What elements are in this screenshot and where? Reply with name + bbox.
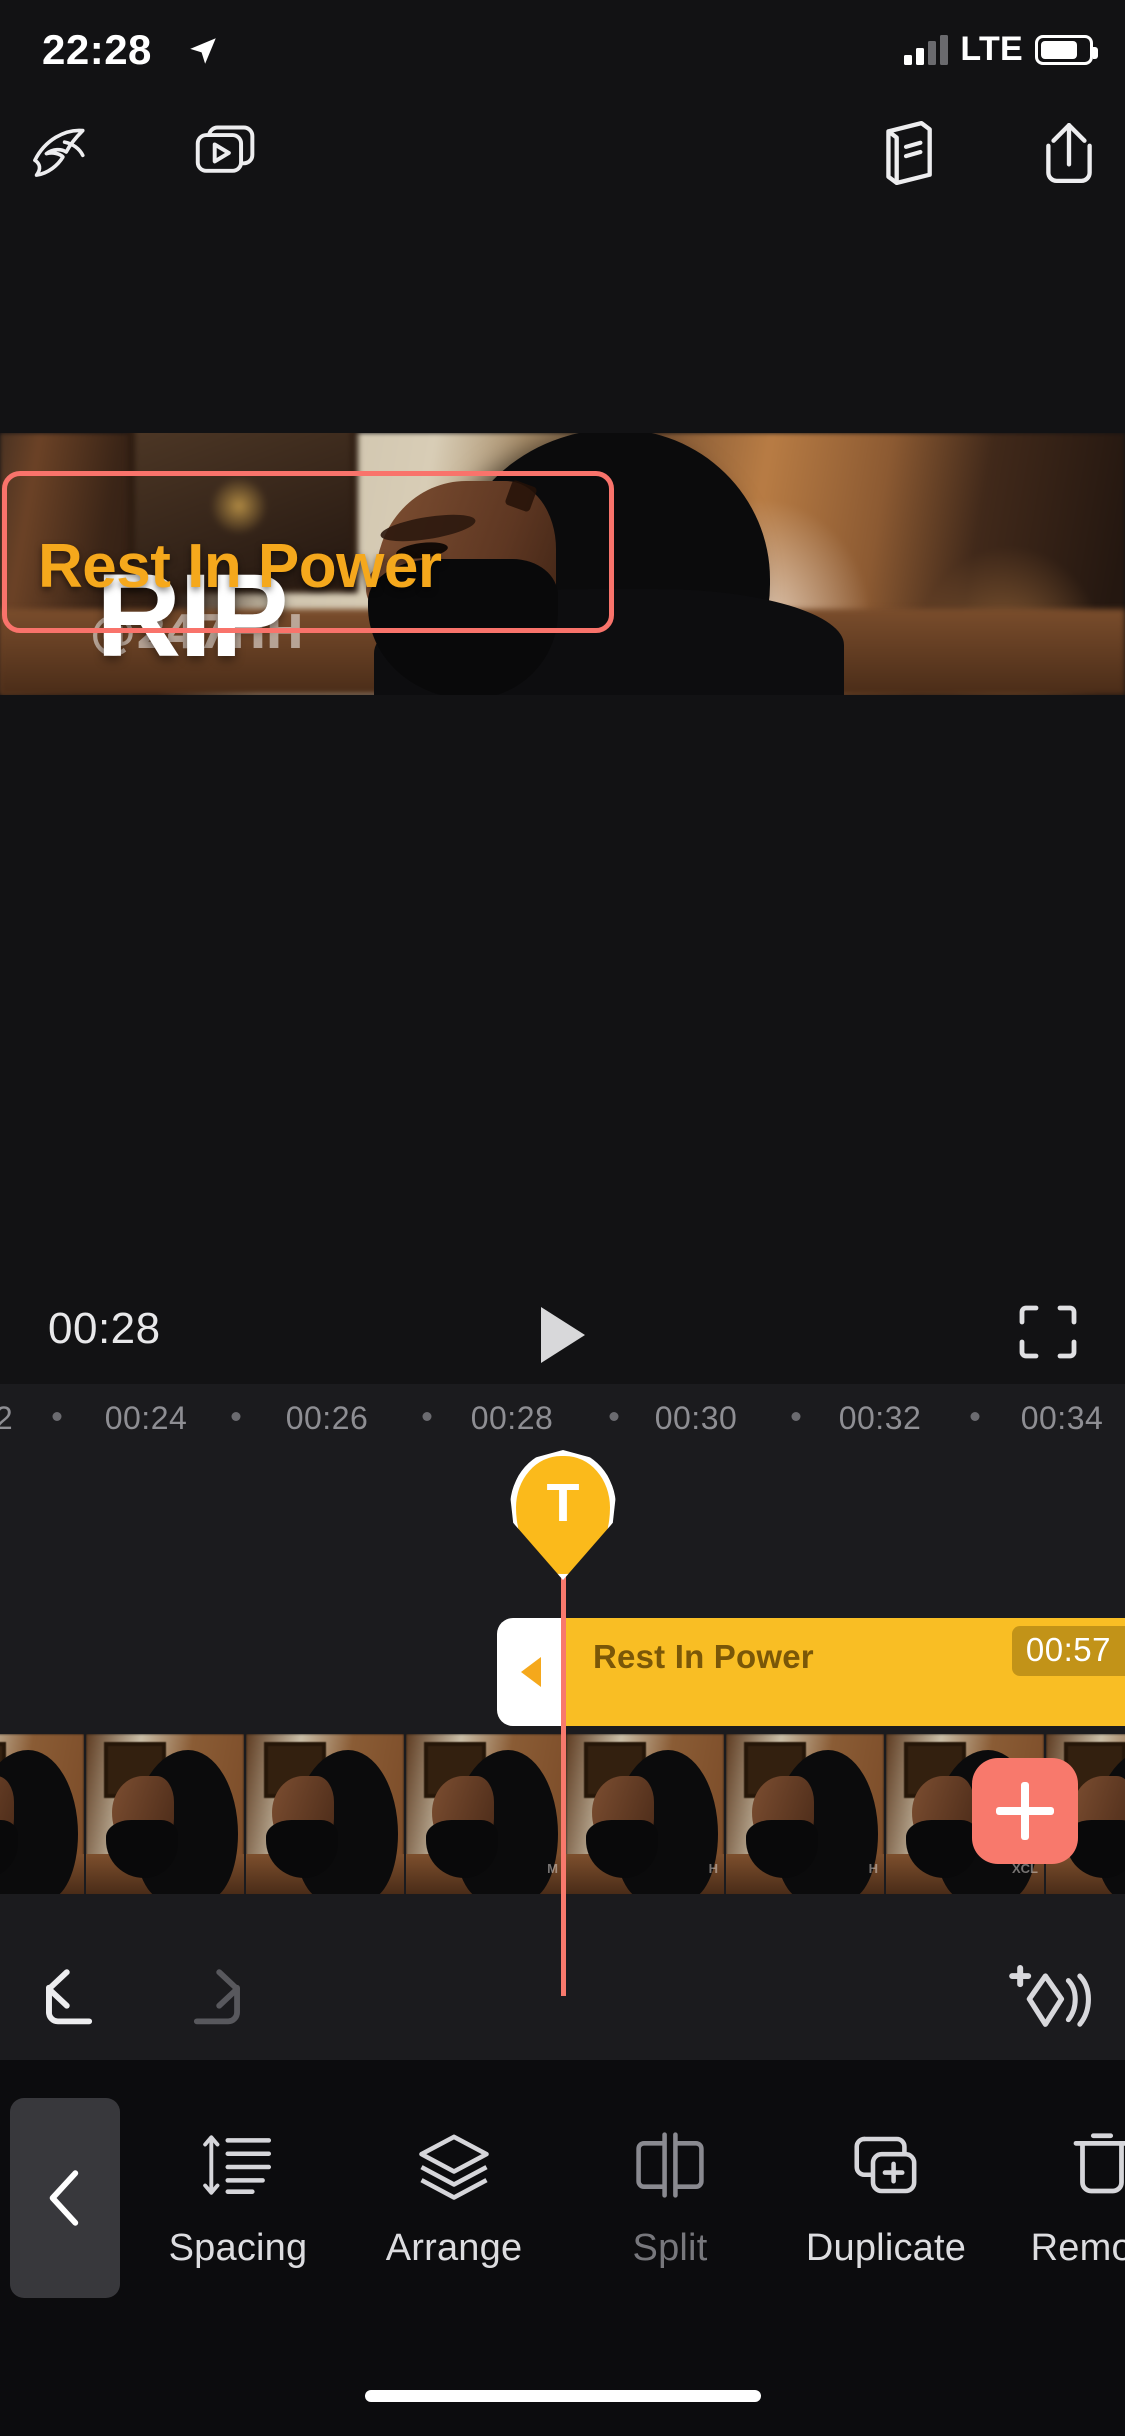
line-spacing-icon: [199, 2127, 277, 2201]
filmstrip-thumbnail[interactable]: [86, 1734, 246, 1894]
top-toolbar: [0, 92, 1125, 212]
tool-split[interactable]: Split: [562, 2098, 778, 2298]
tool-label: Arrange: [385, 2226, 523, 2269]
ruler-tick: 2: [0, 1400, 14, 1436]
ruler-dot: [970, 1412, 980, 1421]
ruler-tick: 00:26: [285, 1400, 369, 1436]
tool-spacing[interactable]: Spacing: [130, 2098, 346, 2298]
timeline-ruler[interactable]: 2 00:24 00:26 00:28 00:30 00:32 00:34: [0, 1384, 1125, 1442]
battery-icon: [1035, 34, 1098, 65]
timeline[interactable]: 2 00:24 00:26 00:28 00:30 00:32 00:34 T: [0, 1384, 1125, 1996]
tool-label: Spacing: [168, 2226, 308, 2269]
ruler-tick: 00:32: [838, 1400, 922, 1436]
playhead[interactable]: [561, 1562, 566, 1996]
undo-icon[interactable]: [40, 1964, 116, 2034]
video-subject: [366, 433, 844, 695]
tool-duplicate[interactable]: Duplicate: [778, 2098, 994, 2298]
filmstrip-thumbnail[interactable]: M: [406, 1734, 566, 1894]
ruler-tick: 00:24: [104, 1400, 188, 1436]
ruler-dot: [52, 1412, 62, 1421]
status-right-group: LTE: [904, 30, 1098, 69]
text-pin-glyph: T: [546, 1473, 580, 1533]
playback-controls: 00:28: [0, 1272, 1125, 1384]
duplicate-icon: [847, 2127, 925, 2201]
ruler-tick: 00:28: [470, 1400, 554, 1436]
current-time-label: 00:28: [48, 1304, 161, 1353]
ruler-dot: [609, 1412, 619, 1421]
filmstrip-thumbnail[interactable]: [0, 1734, 86, 1894]
text-clip-duration: 00:57: [1011, 1626, 1125, 1676]
ruler-tick: 00:30: [654, 1400, 738, 1436]
tool-arrange[interactable]: Arrange: [346, 2098, 562, 2298]
tool-label: Duplicate: [805, 2226, 967, 2269]
filmstrip-thumbnail[interactable]: H: [566, 1734, 726, 1894]
video-preview[interactable]: @247HH RIP Rest In Power: [0, 433, 1125, 695]
bottom-toolbar: Spacing Arrange Split Duplicate Remo: [0, 2060, 1125, 2336]
ruler-dot: [791, 1412, 801, 1421]
tutorial-book-icon[interactable]: [865, 110, 949, 194]
playback-speed-icon[interactable]: [16, 110, 100, 194]
filmstrip-thumbnail[interactable]: [246, 1734, 406, 1894]
add-keyframe-icon[interactable]: [1007, 1960, 1093, 2038]
text-clip[interactable]: Rest In Power 00:57: [565, 1618, 1125, 1726]
chevron-left-icon: [49, 2170, 79, 2226]
layers-icon: [415, 2127, 493, 2201]
text-layer-rest-in-power[interactable]: Rest In Power: [38, 531, 442, 602]
thumbnail-mark: H: [708, 1861, 718, 1876]
plus-icon: [996, 1782, 1054, 1840]
text-clip-label: Rest In Power: [593, 1638, 814, 1675]
tool-label: Remove: [1030, 2226, 1125, 2269]
tool-remove[interactable]: Remove: [994, 2098, 1125, 2298]
fullscreen-icon[interactable]: [1017, 1304, 1079, 1360]
back-button[interactable]: [10, 2098, 120, 2298]
location-arrow-icon: [190, 38, 216, 64]
ruler-dot: [422, 1412, 432, 1421]
split-icon: [631, 2127, 709, 2201]
timeline-tracks[interactable]: T Rest In Power 00:57 M H H XCL: [0, 1442, 1125, 1996]
redo-icon[interactable]: [170, 1964, 246, 2034]
signal-bars-icon: [904, 34, 949, 65]
trim-handle-left-icon[interactable]: [497, 1618, 565, 1726]
home-indicator[interactable]: [364, 2390, 761, 2402]
play-icon[interactable]: [528, 1300, 598, 1370]
thumbnail-mark: H: [868, 1861, 878, 1876]
thumbnail-mark: M: [547, 1861, 558, 1876]
share-export-icon[interactable]: [1027, 110, 1111, 194]
video-editor-screen: 22:28 LTE @247HH RIP Rest In Power 00:28…: [0, 0, 1125, 2436]
trash-icon: [1063, 2127, 1125, 2201]
network-type-label: LTE: [960, 30, 1023, 68]
ruler-tick: 00:34: [1020, 1400, 1104, 1436]
filmstrip-thumbnail[interactable]: H: [726, 1734, 886, 1894]
status-time: 22:28: [42, 26, 152, 73]
text-pin-icon[interactable]: T: [510, 1450, 616, 1580]
tool-label: Split: [632, 2226, 708, 2269]
ruler-dot: [231, 1412, 241, 1421]
clips-icon[interactable]: [184, 110, 268, 194]
status-bar: 22:28 LTE: [0, 0, 1125, 92]
tool-list: Spacing Arrange Split Duplicate Remo: [130, 2060, 1125, 2336]
add-media-button[interactable]: [972, 1758, 1078, 1864]
home-indicator-area: [0, 2336, 1125, 2436]
